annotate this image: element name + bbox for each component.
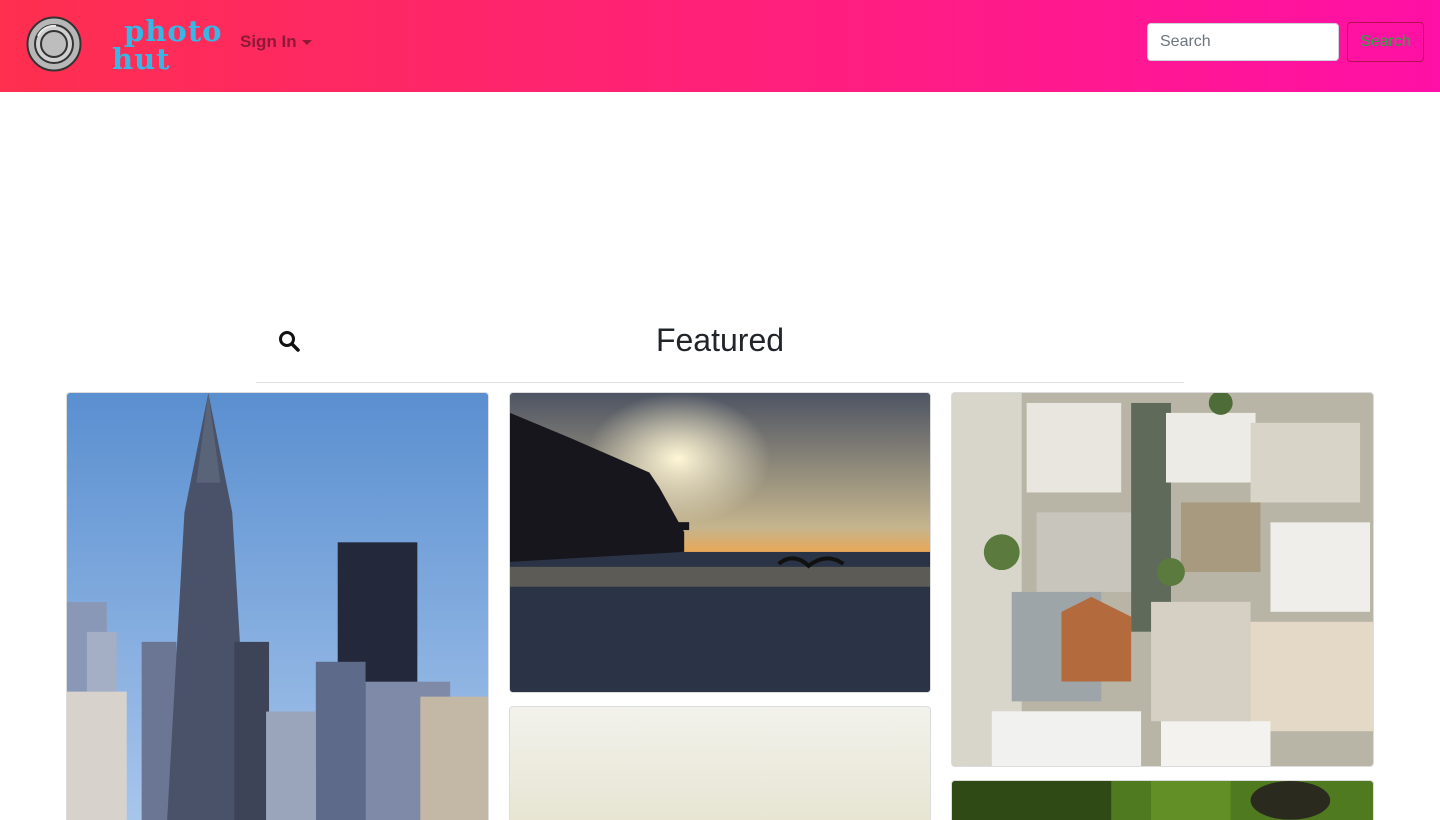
sign-in-dropdown[interactable]: Sign In: [240, 30, 312, 54]
search-button[interactable]: Search: [1347, 22, 1424, 62]
sign-in-label: Sign In: [240, 32, 297, 51]
aerial-rooftops-image: [952, 393, 1373, 766]
caret-down-icon: [301, 40, 312, 45]
green-leaf-image: [952, 781, 1373, 820]
navbar: photo hut Sign In Search: [0, 0, 1440, 92]
photo-card-haze[interactable]: [509, 706, 931, 820]
featured-title: Featured: [655, 322, 785, 358]
photo-card-skyline[interactable]: [66, 392, 489, 820]
photo-card-leaf[interactable]: [951, 780, 1374, 820]
sunset-image: [510, 393, 930, 692]
photo-card-aerial[interactable]: [951, 392, 1374, 767]
featured-header: Featured: [256, 310, 1184, 383]
camera-lens-logo-icon[interactable]: [26, 16, 82, 72]
search-input[interactable]: [1147, 23, 1339, 61]
photo-card-sunset[interactable]: [509, 392, 931, 693]
skyline-image: [67, 393, 488, 820]
brand-logo[interactable]: photo hut: [112, 14, 221, 76]
brand-line-2: hut: [112, 42, 171, 76]
hazy-sky-image: [510, 707, 930, 820]
